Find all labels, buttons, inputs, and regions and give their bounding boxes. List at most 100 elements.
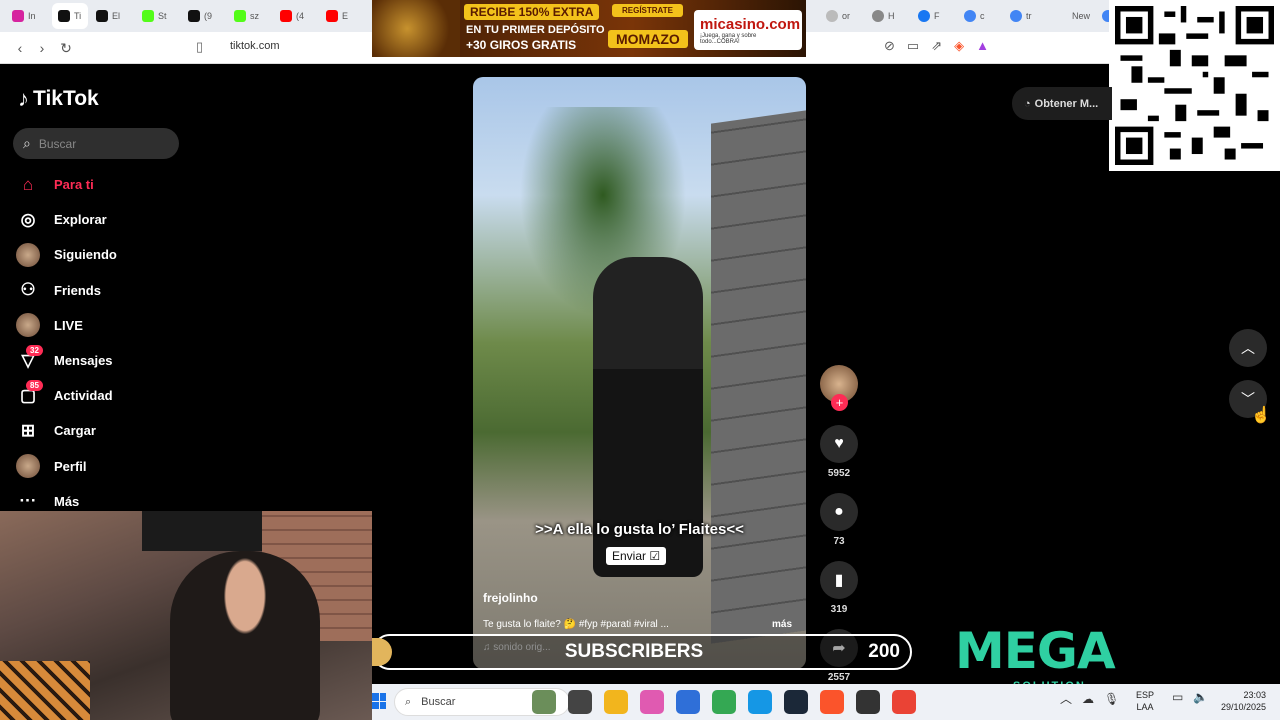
like-button[interactable]: ♥ [820, 425, 858, 463]
brave-shield-icon[interactable]: ◈ [954, 38, 964, 54]
tab-label: or [842, 11, 851, 21]
taskbar-app-icon[interactable] [784, 690, 808, 714]
taskbar-app-icon[interactable] [532, 690, 556, 714]
get-app-button[interactable]: ◔ Obtener M... [1012, 87, 1112, 120]
browser-tab[interactable]: Ti × [52, 3, 88, 29]
system-clock[interactable]: 23:03 29/10/2025 [1212, 689, 1266, 713]
browser-tab[interactable]: St [136, 3, 180, 29]
back-icon[interactable]: ‹ [8, 40, 32, 56]
browser-tab[interactable]: (4 [274, 3, 318, 29]
cast-icon[interactable]: ▭ [907, 38, 919, 54]
brave-rewards-icon[interactable]: ▲ [976, 38, 989, 54]
mouse-cursor-icon: ☝ [1251, 407, 1271, 424]
tab-label: sz [250, 11, 259, 21]
send-button[interactable]: Enviar ☑ [606, 547, 667, 565]
tab-favicon-icon [280, 10, 292, 22]
more-link[interactable]: más [772, 619, 792, 630]
browser-tab[interactable]: tr [1004, 3, 1048, 29]
sidebar-item-parati[interactable]: ⌂ Para ti [16, 167, 206, 202]
taskbar-app-icon[interactable] [604, 690, 628, 714]
volume-icon[interactable]: 🔈 [1193, 690, 1208, 704]
qr-code [1109, 0, 1280, 171]
sidebar-item-perfil[interactable]: Perfil [16, 449, 206, 484]
share-icon[interactable]: ⇗ [931, 38, 942, 54]
sidebar-item-cargar[interactable]: ⊞ Cargar [16, 413, 206, 448]
sidebar-item-actividad[interactable]: ▢ 85 Actividad [16, 378, 206, 413]
sidebar-item-explorar[interactable]: ◎ Explorar [16, 202, 206, 237]
comment-button[interactable]: ● [820, 493, 858, 531]
send-label: Enviar [612, 549, 647, 563]
sidebar-item-mensajes[interactable]: ▽ 32 Mensajes [16, 343, 206, 378]
tab-label: c [980, 11, 985, 21]
mega-solution-logo: MEGA SOLUTION [955, 622, 1116, 692]
save-count: 319 [830, 604, 848, 615]
browser-tab[interactable]: In [6, 3, 50, 29]
tray-chevron-icon[interactable]: ︿ [1060, 690, 1072, 707]
language-indicator[interactable]: ESP LAA [1136, 689, 1154, 713]
taskbar-app-icon[interactable] [820, 690, 844, 714]
reload-icon[interactable]: ↻ [54, 40, 78, 57]
extension-icons: ⊘ ▭ ⇗ ◈ ▲ [884, 38, 989, 54]
taskbar-app-icon[interactable] [676, 690, 700, 714]
ad-offer: +30 GIROS GRATIS [466, 38, 577, 52]
browser-tab[interactable]: or [820, 3, 864, 29]
microphone-icon[interactable]: 🎙 [1104, 692, 1119, 706]
comment-icon: ● [834, 503, 844, 520]
cloud-icon[interactable]: ☁ [1082, 692, 1094, 706]
tab-close-icon[interactable]: × [87, 10, 88, 22]
sidebar-nav: ⌂ Para ti ◎ Explorar Siguiendo ⚇ Friends LIVE ▽ 3… [16, 167, 206, 519]
sidebar-item-live[interactable]: LIVE [16, 308, 206, 343]
sidebar-item-label: Para ti [54, 177, 94, 193]
mega-logo-text: MEGA [955, 622, 1116, 680]
keyboard-layout: LAA [1136, 702, 1154, 712]
browser-tab[interactable]: sz [228, 3, 272, 29]
tiktok-logo[interactable]: ♪ TikTok [18, 86, 99, 112]
tab-favicon-icon [142, 10, 154, 22]
browser-tab[interactable]: El [90, 3, 134, 29]
taskbar-app-icon[interactable] [640, 690, 664, 714]
previous-video-button[interactable]: ︿ [1229, 329, 1267, 367]
search-input[interactable]: ⌕ Buscar [13, 128, 179, 159]
tab-favicon-icon [96, 10, 108, 22]
notification-badge: 32 [26, 344, 43, 356]
url-text[interactable]: tiktok.com [230, 40, 280, 52]
browser-tab[interactable]: New [1050, 3, 1094, 29]
network-icon[interactable]: ▭ [1172, 690, 1183, 704]
browser-tab[interactable]: H [866, 3, 910, 29]
browser-tab[interactable]: E [320, 3, 364, 29]
taskbar-app-icon[interactable] [712, 690, 736, 714]
tab-label: St [158, 11, 167, 21]
sidebar-item-friends[interactable]: ⚇ Friends [16, 273, 206, 308]
video-player[interactable]: >>A ella lo gusta lo’ Flaites<< Enviar ☑… [473, 77, 806, 669]
save-button[interactable]: ▮ [820, 561, 858, 599]
browser-tab[interactable]: (9 [182, 3, 226, 29]
download-circle-icon: ◔ [1024, 97, 1031, 110]
bookmark-icon: ▮ [834, 572, 844, 589]
follow-plus-icon[interactable]: + [831, 394, 848, 411]
forward-icon[interactable]: › [30, 40, 54, 56]
taskbar-app-icon[interactable] [748, 690, 772, 714]
windows-taskbar: ⌕ Buscar ︿ ☁ 🎙 ESP LAA ▭ 🔈 23:03 29/10/2… [372, 684, 1280, 720]
friends-icon: ⚇ [20, 280, 36, 300]
browser-tab[interactable]: F [912, 3, 956, 29]
creator-avatar[interactable]: + [820, 365, 858, 411]
windows-start-icon[interactable] [372, 693, 386, 709]
tab-favicon-icon [964, 10, 976, 22]
more-icon: ··· [19, 491, 37, 511]
casino-ad-banner[interactable]: RECIBE 150% EXTRA EN TU PRIMER DEPÓSITO … [372, 0, 806, 57]
get-app-label: Obtener M... [1034, 97, 1099, 110]
system-status-icons: ▭ 🔈 [1172, 690, 1208, 704]
taskbar-app-icon[interactable] [856, 690, 880, 714]
ad-register-button[interactable]: REGÍSTRATE [612, 4, 683, 17]
live-icon [16, 313, 40, 338]
browser-tab[interactable]: c [958, 3, 1002, 29]
no-tracking-icon[interactable]: ⊘ [884, 38, 895, 54]
taskbar-app-icon[interactable] [892, 690, 916, 714]
taskbar-app-icon[interactable] [568, 690, 592, 714]
tab-label: Ti [74, 11, 82, 21]
system-tray: ︿ ☁ 🎙 [1060, 690, 1119, 707]
video-author[interactable]: frejolinho [483, 591, 538, 605]
bookmark-icon[interactable]: ▯ [196, 39, 203, 55]
tab-favicon-icon [918, 10, 930, 22]
sidebar-item-siguiendo[interactable]: Siguiendo [16, 237, 206, 272]
